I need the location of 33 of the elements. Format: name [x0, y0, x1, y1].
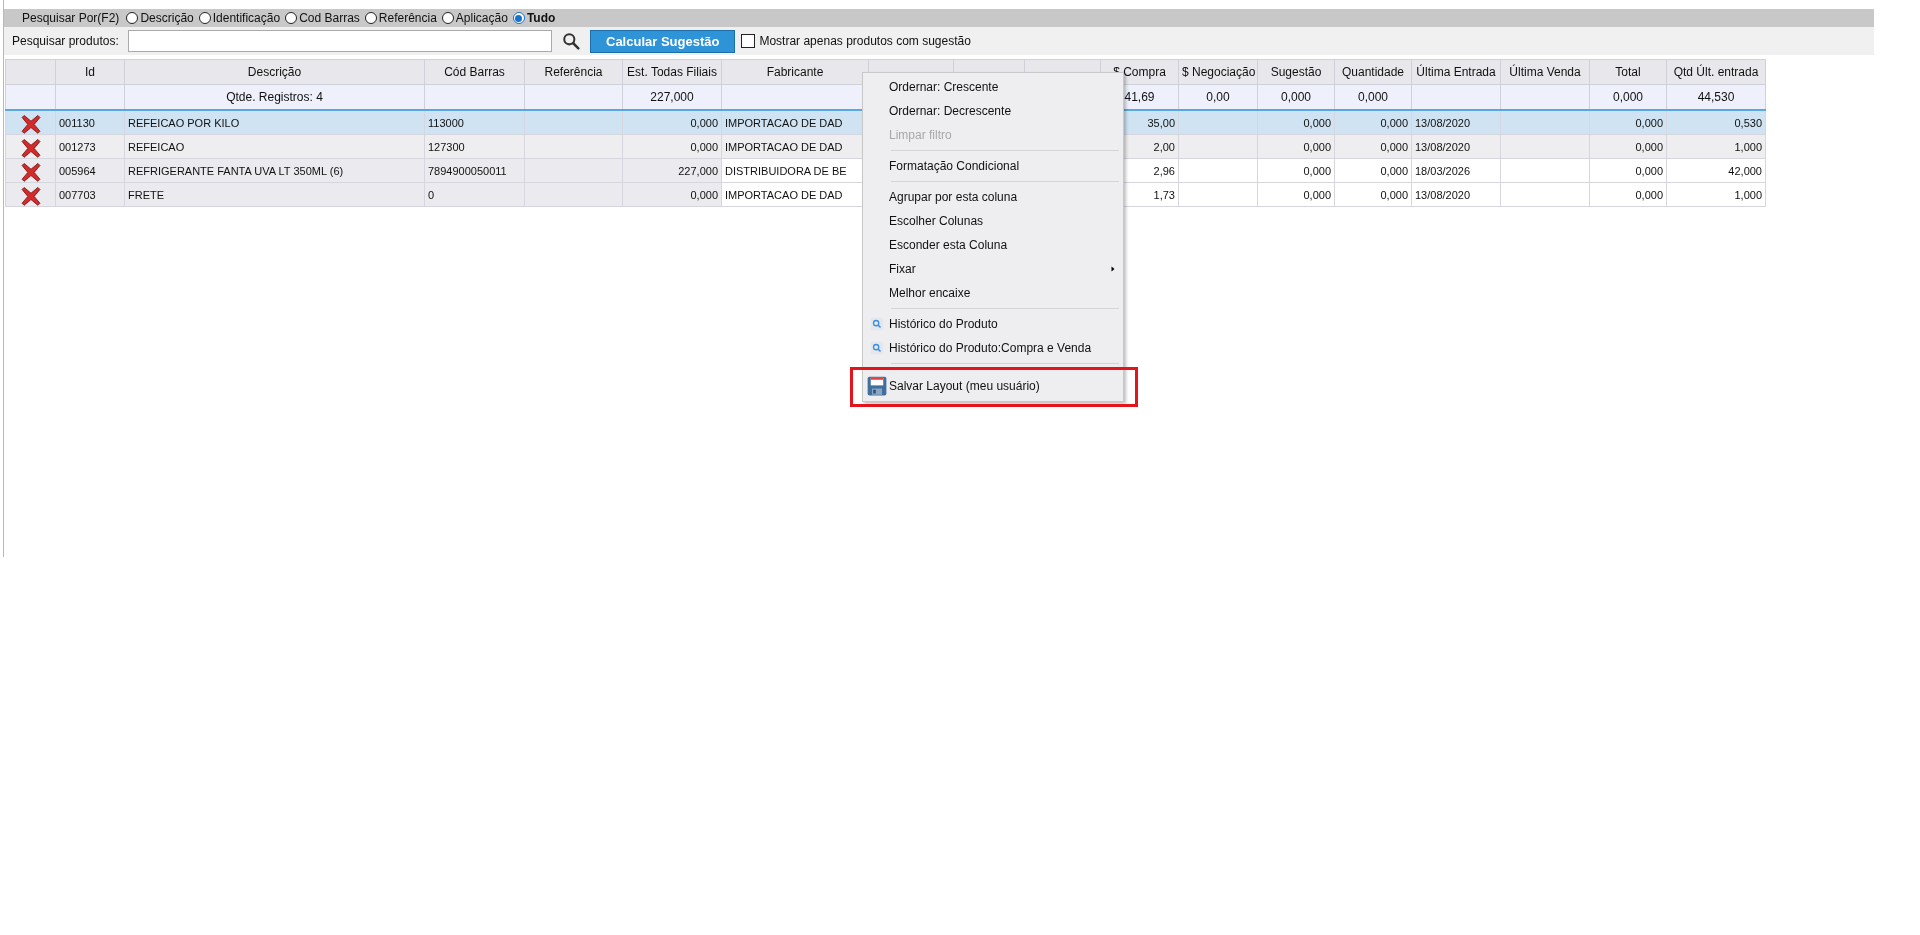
table-cell: 0,000: [1334, 110, 1412, 135]
table-cell: 0: [424, 182, 525, 207]
table-cell: 113000: [424, 110, 525, 135]
summary-cell: 0,000: [1589, 84, 1667, 110]
summary-cell: 0,000: [1334, 84, 1412, 110]
summary-cell: 0,00: [1178, 84, 1258, 110]
table-cell: 0,000: [1257, 110, 1335, 135]
table-cell: 0,000: [1589, 110, 1667, 135]
table-cell: REFEICAO POR KILO: [124, 110, 425, 135]
table-cell: 13/08/2020: [1411, 110, 1501, 135]
table-cell: 1,000: [1666, 134, 1766, 159]
summary-cell: 0,000: [1257, 84, 1335, 110]
table-cell: 0,530: [1666, 110, 1766, 135]
summary-cell: 227,000: [622, 84, 722, 110]
summary-cell: 44,530: [1666, 84, 1766, 110]
table-cell: 42,000: [1666, 158, 1766, 183]
table-cell: 1,000: [1666, 182, 1766, 207]
table-cell: 13/08/2020: [1411, 182, 1501, 207]
table-cell: FRETE: [124, 182, 425, 207]
table-cell: REFEICAO: [124, 134, 425, 159]
search-by-label: Pesquisar Por(F2): [22, 11, 120, 25]
table-cell: 0,000: [622, 110, 722, 135]
table-cell: REFRIGERANTE FANTA UVA LT 350ML (6): [124, 158, 425, 183]
table-cell: 227,000: [622, 158, 722, 183]
table-cell: 7894900050011: [424, 158, 525, 183]
table-cell: 0,000: [622, 134, 722, 159]
table-cell: 0,000: [622, 182, 722, 207]
table-cell: 127300: [424, 134, 525, 159]
table-cell: 18/03/2026: [1411, 158, 1501, 183]
search-label: Pesquisar produtos:: [12, 34, 120, 48]
table-cell: 001130: [55, 110, 125, 135]
table-cell: 13/08/2020: [1411, 134, 1501, 159]
summary-cell: Qtde. Registros: 4: [124, 84, 425, 110]
